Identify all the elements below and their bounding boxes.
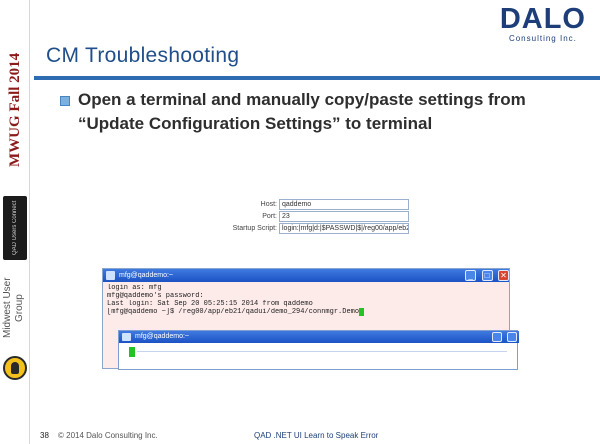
sidebar-badge: QAD Users Connect (3, 196, 27, 260)
terminal-line: Last login: Sat Sep 20 05:25:15 2014 fro… (107, 300, 313, 308)
port-field[interactable]: 23 (279, 211, 409, 222)
bullet-square-icon (60, 96, 70, 106)
terminal2-maximize-button[interactable] (507, 332, 517, 342)
sidebar-badge-text: QAD Users Connect (12, 200, 18, 256)
maximize-button[interactable]: □ (481, 270, 493, 281)
terminal-cursor (359, 308, 365, 316)
terminal2-minimize-button[interactable] (491, 332, 502, 342)
close-button[interactable]: ✕ (498, 270, 509, 281)
terminal2-window-controls (491, 332, 517, 350)
sidebar-event-label: MWUG Fall 2014 (7, 52, 23, 168)
port-label: Port: (262, 213, 277, 220)
minimize-button[interactable]: _ (465, 270, 477, 281)
slide-title: CM Troubleshooting (46, 44, 240, 67)
terminal-title: mfg@qaddemo:~ (119, 272, 173, 279)
terminal2-input-line (137, 351, 507, 352)
sidebar-group-label: Midwest User Group (2, 277, 25, 339)
terminal-output[interactable]: login as: mfg mfg@qaddemo's password: La… (107, 284, 507, 316)
terminal-window-2[interactable]: mfg@qaddemo:~ (118, 330, 519, 370)
terminal-line: login as: mfg (107, 284, 162, 292)
bullet-text: Open a terminal and manually copy/paste … (78, 90, 526, 133)
logo-subtitle: Consulting Inc. (508, 34, 577, 43)
window-controls: _ □ ✕ (464, 270, 509, 281)
startup-script-label: Startup Script: (232, 225, 277, 232)
slide-number: 38 (40, 431, 49, 440)
logo-name: DALO (499, 3, 586, 35)
host-field[interactable]: qaddemo (279, 199, 409, 210)
footer-subject: QAD .NET UI Learn to Speak Error (254, 431, 379, 440)
terminal-command: [mfg@qaddemo ~]$ /reg00/app/eb21/qadui/d… (107, 308, 360, 316)
footer-copyright: © 2014 Dalo Consulting Inc. (58, 431, 158, 440)
host-label: Host: (260, 201, 277, 208)
startup-script-field[interactable]: login:|mfg|d:|$PASSWD|$|/reg00/app/eb21 (279, 223, 409, 234)
terminal-line: [mfg@qaddemo ~]$ /reg00/app/eb21/qadui/d… (107, 308, 507, 316)
terminal2-icon (122, 333, 131, 341)
terminal-line: mfg@qaddemo's password: (107, 292, 204, 300)
terminal-icon (106, 271, 115, 280)
terminal2-cursor (129, 347, 135, 357)
sidebar: MWUG Fall 2014 QAD Users Connect Midwest… (0, 0, 30, 444)
title-divider (34, 76, 600, 80)
terminal2-titlebar[interactable]: mfg@qaddemo:~ (119, 331, 519, 343)
dalo-logo: DALO Consulting Inc. (500, 4, 586, 43)
group-logo-icon (3, 356, 27, 380)
terminal2-title: mfg@qaddemo:~ (135, 333, 189, 340)
terminal-titlebar[interactable]: mfg@qaddemo:~ _ □ ✕ (103, 269, 509, 282)
